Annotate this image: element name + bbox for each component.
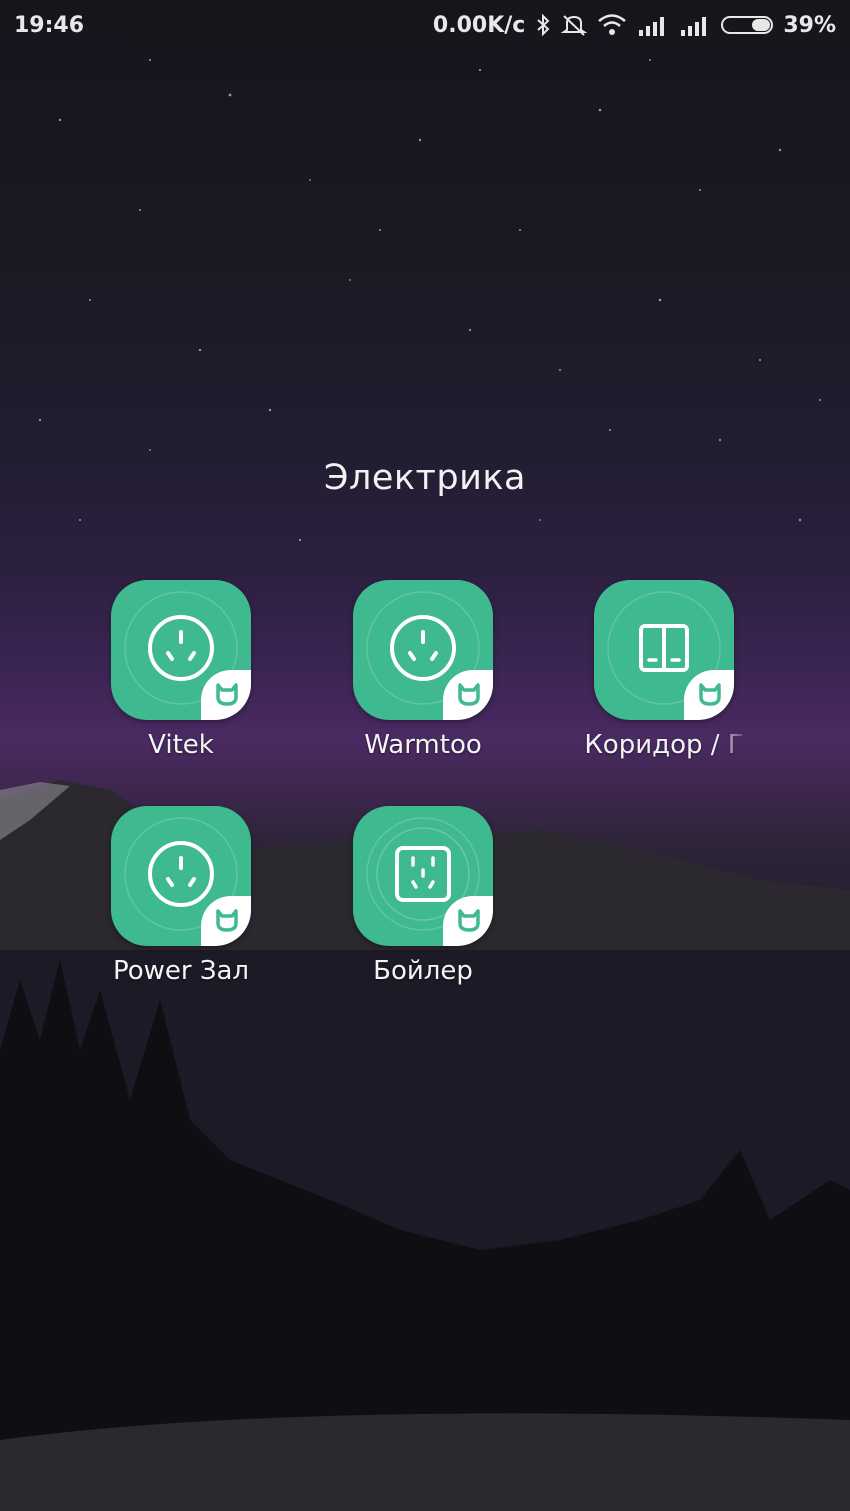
app-label: Power Зал xyxy=(112,956,250,986)
wall-socket-icon xyxy=(353,806,493,946)
smart-plug-icon xyxy=(111,806,251,946)
app-boiler[interactable]: Бойлер xyxy=(338,806,508,986)
smart-plug-icon xyxy=(111,580,251,720)
app-koridor[interactable]: Коридор / Г xyxy=(579,580,749,760)
wall-switch-icon xyxy=(594,580,734,720)
app-vitek[interactable]: Vitek xyxy=(96,580,266,760)
folder-app-grid: Vitek Warmtoo Коридор / Г Power Зал Бойл… xyxy=(0,0,850,1511)
app-label: Коридор / Г xyxy=(584,730,744,760)
app-label: Бойлер xyxy=(373,956,473,986)
app-warmtoo[interactable]: Warmtoo xyxy=(338,580,508,760)
app-power-zal[interactable]: Power Зал xyxy=(96,806,266,986)
smart-plug-icon xyxy=(353,580,493,720)
app-label: Warmtoo xyxy=(364,730,482,760)
app-label: Vitek xyxy=(148,730,214,760)
